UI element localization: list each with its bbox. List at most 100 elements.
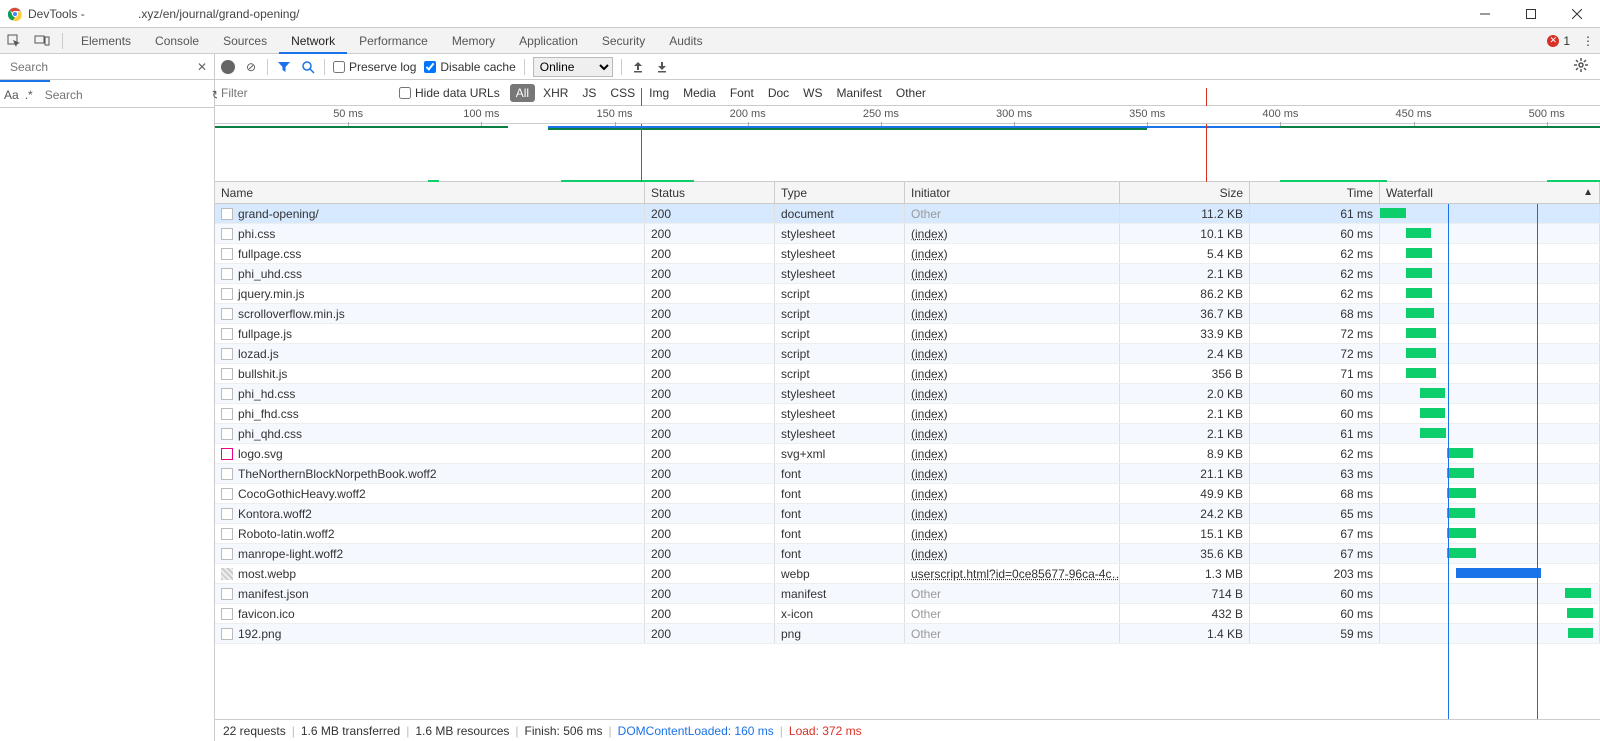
cell-initiator[interactable]: (index) <box>905 244 1120 263</box>
panel-tab-application[interactable]: Application <box>507 28 590 54</box>
network-row[interactable]: phi_qhd.css200stylesheet(index)2.1 KB61 … <box>215 424 1600 444</box>
clear-search-icon[interactable]: ✕ <box>194 59 210 75</box>
col-size[interactable]: Size <box>1120 182 1250 203</box>
kebab-menu-icon[interactable]: ⋮ <box>1576 28 1600 54</box>
network-row[interactable]: CocoGothicHeavy.woff2200font(index)49.9 … <box>215 484 1600 504</box>
preserve-log-checkbox[interactable]: Preserve log <box>333 60 416 74</box>
network-row[interactable]: grand-opening/200documentOther11.2 KB61 … <box>215 204 1600 224</box>
network-row[interactable]: scrolloverflow.min.js200script(index)36.… <box>215 304 1600 324</box>
type-filter-ws[interactable]: WS <box>797 84 828 102</box>
panel-tab-console[interactable]: Console <box>143 28 211 54</box>
gear-icon[interactable] <box>1574 58 1594 75</box>
cell-initiator[interactable]: (index) <box>905 264 1120 283</box>
panel-tab-memory[interactable]: Memory <box>440 28 507 54</box>
type-filter-doc[interactable]: Doc <box>762 84 795 102</box>
search-panel-input-top[interactable] <box>4 56 194 78</box>
upload-icon[interactable] <box>630 60 646 74</box>
type-filter-img[interactable]: Img <box>643 84 675 102</box>
hide-data-urls-checkbox[interactable]: Hide data URLs <box>399 86 500 100</box>
type-filter-media[interactable]: Media <box>677 84 722 102</box>
network-row[interactable]: jquery.min.js200script(index)86.2 KB62 m… <box>215 284 1600 304</box>
network-row[interactable]: phi_fhd.css200stylesheet(index)2.1 KB60 … <box>215 404 1600 424</box>
network-row[interactable]: phi_hd.css200stylesheet(index)2.0 KB60 m… <box>215 384 1600 404</box>
type-filter-manifest[interactable]: Manifest <box>831 84 888 102</box>
type-filter-other[interactable]: Other <box>890 84 932 102</box>
col-time[interactable]: Time <box>1250 182 1380 203</box>
cell-type: font <box>775 524 905 543</box>
network-row[interactable]: logo.svg200svg+xml(index)8.9 KB62 ms <box>215 444 1600 464</box>
network-row[interactable]: manifest.json200manifestOther714 B60 ms <box>215 584 1600 604</box>
window-minimize-button[interactable] <box>1462 0 1508 28</box>
cell-initiator[interactable]: userscript.html?id=0ce85677-96ca-4c… <box>905 564 1120 583</box>
device-toolbar-icon[interactable] <box>28 28 56 54</box>
network-row[interactable]: TheNorthernBlockNorpethBook.woff2200font… <box>215 464 1600 484</box>
panel-tab-performance[interactable]: Performance <box>347 28 440 54</box>
cell-initiator[interactable]: (index) <box>905 424 1120 443</box>
network-table-header[interactable]: Name Status Type Initiator Size Time Wat… <box>215 182 1600 204</box>
window-maximize-button[interactable] <box>1508 0 1554 28</box>
network-row[interactable]: most.webp200webpuserscript.html?id=0ce85… <box>215 564 1600 584</box>
type-filter-xhr[interactable]: XHR <box>537 84 574 102</box>
network-row[interactable]: phi_uhd.css200stylesheet(index)2.1 KB62 … <box>215 264 1600 284</box>
network-row[interactable]: Roboto-latin.woff2200font(index)15.1 KB6… <box>215 524 1600 544</box>
network-row[interactable]: bullshit.js200script(index)356 B71 ms <box>215 364 1600 384</box>
network-overview[interactable]: 50 ms100 ms150 ms200 ms250 ms300 ms350 m… <box>215 106 1600 182</box>
network-row[interactable]: 192.png200pngOther1.4 KB59 ms <box>215 624 1600 644</box>
type-filter-css[interactable]: CSS <box>604 84 641 102</box>
network-row[interactable]: manrope-light.woff2200font(index)35.6 KB… <box>215 544 1600 564</box>
col-waterfall[interactable]: Waterfall▲ <box>1380 182 1600 203</box>
col-status[interactable]: Status <box>645 182 775 203</box>
cell-initiator[interactable]: (index) <box>905 364 1120 383</box>
filter-icon[interactable] <box>276 60 292 74</box>
search-panel-input[interactable] <box>39 84 206 106</box>
cell-size: 1.3 MB <box>1120 564 1250 583</box>
cell-name: 192.png <box>215 624 645 643</box>
file-icon <box>221 388 233 400</box>
record-button[interactable] <box>221 60 235 74</box>
network-row[interactable]: favicon.ico200x-iconOther432 B60 ms <box>215 604 1600 624</box>
panel-tab-sources[interactable]: Sources <box>211 28 279 54</box>
window-close-button[interactable] <box>1554 0 1600 28</box>
cell-waterfall <box>1380 464 1600 483</box>
disable-cache-checkbox[interactable]: Disable cache <box>424 60 515 74</box>
col-type[interactable]: Type <box>775 182 905 203</box>
type-filter-font[interactable]: Font <box>724 84 760 102</box>
inspect-element-icon[interactable] <box>0 28 28 54</box>
cell-initiator[interactable]: (index) <box>905 284 1120 303</box>
type-filter-js[interactable]: JS <box>576 84 602 102</box>
match-case-icon[interactable]: Aa <box>4 88 19 102</box>
cell-initiator[interactable]: (index) <box>905 444 1120 463</box>
regex-icon[interactable]: .* <box>25 88 33 102</box>
type-filter-all[interactable]: All <box>510 84 535 102</box>
panel-tab-audits[interactable]: Audits <box>657 28 714 54</box>
filter-input[interactable] <box>217 83 387 103</box>
cell-initiator[interactable]: (index) <box>905 544 1120 563</box>
cell-initiator[interactable]: (index) <box>905 384 1120 403</box>
cell-initiator[interactable]: (index) <box>905 304 1120 323</box>
cell-initiator[interactable]: (index) <box>905 504 1120 523</box>
panel-tab-network[interactable]: Network <box>279 28 347 54</box>
cell-initiator[interactable]: (index) <box>905 524 1120 543</box>
cell-time: 62 ms <box>1250 444 1380 463</box>
col-initiator[interactable]: Initiator <box>905 182 1120 203</box>
cell-initiator[interactable]: (index) <box>905 224 1120 243</box>
network-row[interactable]: fullpage.css200stylesheet(index)5.4 KB62… <box>215 244 1600 264</box>
network-row[interactable]: phi.css200stylesheet(index)10.1 KB60 ms <box>215 224 1600 244</box>
cell-size: 49.9 KB <box>1120 484 1250 503</box>
panel-tab-elements[interactable]: Elements <box>69 28 143 54</box>
cell-initiator[interactable]: (index) <box>905 484 1120 503</box>
throttle-select[interactable]: Online <box>533 57 613 77</box>
network-row[interactable]: Kontora.woff2200font(index)24.2 KB65 ms <box>215 504 1600 524</box>
col-name[interactable]: Name <box>215 182 645 203</box>
network-row[interactable]: lozad.js200script(index)2.4 KB72 ms <box>215 344 1600 364</box>
cell-initiator[interactable]: (index) <box>905 464 1120 483</box>
cell-initiator[interactable]: (index) <box>905 344 1120 363</box>
download-icon[interactable] <box>654 60 670 74</box>
search-icon[interactable] <box>300 60 316 74</box>
cell-initiator[interactable]: (index) <box>905 324 1120 343</box>
panel-tab-security[interactable]: Security <box>590 28 657 54</box>
clear-icon[interactable]: ⊘ <box>243 60 259 74</box>
error-count-badge[interactable]: ✕ 1 <box>1547 34 1570 48</box>
cell-initiator[interactable]: (index) <box>905 404 1120 423</box>
network-row[interactable]: fullpage.js200script(index)33.9 KB72 ms <box>215 324 1600 344</box>
